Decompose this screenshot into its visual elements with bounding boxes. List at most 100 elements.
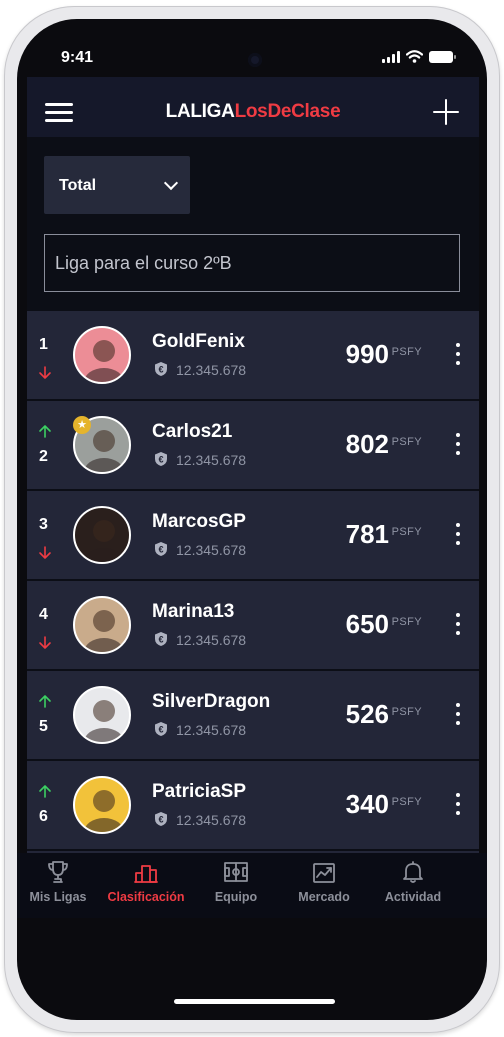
more-options-icon[interactable] [455,613,461,635]
points-value: 340 [345,789,389,819]
bottom-tab-bar: Mis Ligas Clasificación Equipo Mercado Activ… [17,853,487,918]
field-icon [224,862,248,882]
user-id: 12.345.678 [176,722,247,738]
avatar [73,686,131,744]
user-name: PatriciaSP [152,781,246,802]
points-unit: PSFY [391,796,422,808]
arrow-up-icon [39,425,51,438]
status-time: 9:41 [61,49,94,66]
tab-equipo[interactable]: Equipo [191,853,281,918]
tab-mercado[interactable]: Mercado [279,853,369,918]
arrow-down-icon [39,546,51,559]
points-value: 990 [345,339,389,369]
user-name: SilverDragon [152,691,271,712]
user-name: MarcosGP [152,511,246,532]
bell-icon [403,861,423,883]
shield-coin-icon: € [155,542,167,556]
league-input[interactable] [44,234,460,292]
shield-coin-icon: € [155,362,167,376]
avatar [73,776,131,834]
battery-icon [429,51,456,63]
tab-clasificaci-n[interactable]: Clasificación [101,853,191,918]
svg-text:€: € [158,724,163,734]
home-indicator [174,999,335,1004]
ranking-row[interactable]: 4 Marina13 € 12.345.678 650 PSFY [27,581,479,669]
phone-frame: 9:41 LALIGALosDeClase Total Liga para el… [4,6,500,1033]
tab-label: Clasificación [107,890,185,904]
user-name: GoldFenix [152,331,245,352]
user-id: 12.345.678 [176,812,247,828]
user-id: 12.345.678 [176,632,247,648]
rank-number: 1 [39,336,48,353]
tab-mis-ligas[interactable]: Mis Ligas [17,853,103,918]
avatar [73,506,131,564]
shield-coin-icon: € [155,722,167,736]
user-id: 12.345.678 [176,452,247,468]
arrow-down-icon [39,636,51,649]
points-unit: PSFY [391,526,422,538]
ranking-row[interactable]: 1 GoldFenix € 12.345.678 990 PSFY [27,311,479,399]
points-value: 526 [345,699,389,729]
ranking-row[interactable]: 5 SilverDragon € 12.345.678 526 PSFY [27,671,479,759]
rank-number: 6 [39,808,48,825]
tab-label: Mis Ligas [29,890,87,904]
signal-icon [382,51,400,63]
rank-number: 4 [39,606,48,623]
points-value: 650 [345,609,389,639]
avatar [73,596,131,654]
ranking-row[interactable]: 6 PatriciaSP € 12.345.678 340 PSFY [27,761,479,849]
wifi-icon [406,50,423,63]
tab-label: Equipo [214,890,258,904]
filter-selected: Total [59,177,97,194]
star-badge-icon: ★ [73,416,91,434]
shield-coin-icon: € [155,812,167,826]
rank-number: 3 [39,516,48,533]
points-unit: PSFY [391,436,422,448]
svg-text:€: € [158,544,163,554]
points-value: 802 [345,429,389,459]
points-unit: PSFY [391,346,422,358]
svg-text:€: € [158,814,163,824]
phone-screen: 9:41 LALIGALosDeClase Total Liga para el… [17,19,487,1020]
ranking-row[interactable]: 3 MarcosGP € 12.345.678 781 PSFY [27,491,479,579]
more-options-icon[interactable] [455,343,461,365]
user-name: Marina13 [152,601,235,622]
status-icons [382,50,456,63]
user-id: 12.345.678 [176,542,247,558]
brand-suffix: LosDeClase [234,101,341,122]
points-value: 781 [345,519,389,549]
svg-text:€: € [158,364,163,374]
chevron-down-icon [163,175,179,191]
ranking-row[interactable]: 2 ★ Carlos21 € 12.345.678 802 PSFY [27,401,479,489]
app-screen: LALIGALosDeClase Total 1 GoldFenix € 12.… [27,77,479,911]
avatar [73,326,131,384]
more-options-icon[interactable] [455,793,461,815]
more-options-icon[interactable] [455,523,461,545]
brand-prefix: LALIGA [165,101,235,122]
plus-icon[interactable] [433,99,459,125]
points-unit: PSFY [391,706,422,718]
shield-coin-icon: € [155,632,167,646]
arrow-down-icon [39,366,51,379]
trophy-icon [48,861,68,883]
podium-icon [134,865,158,883]
ranking-list: 1 GoldFenix € 12.345.678 990 PSFY 2 ★ Ca… [27,311,479,911]
points-unit: PSFY [391,616,422,628]
tab-actividad[interactable]: Actividad [368,853,458,918]
more-options-icon[interactable] [455,433,461,455]
svg-text:€: € [158,454,163,464]
status-bar: 9:41 [17,19,487,75]
filter-dropdown[interactable]: Total [44,156,190,214]
more-options-icon[interactable] [455,703,461,725]
rank-number: 5 [39,718,48,735]
user-name: Carlos21 [152,421,233,442]
svg-text:€: € [158,634,163,644]
tab-label: Mercado [298,890,350,904]
brand-logo: LALIGALosDeClase [27,101,479,123]
rank-number: 2 [39,448,48,465]
tab-label: Actividad [384,890,442,904]
app-header: LALIGALosDeClase [27,77,479,137]
arrow-up-icon [39,785,51,798]
shield-coin-icon: € [155,452,167,466]
market-icon [313,863,335,883]
